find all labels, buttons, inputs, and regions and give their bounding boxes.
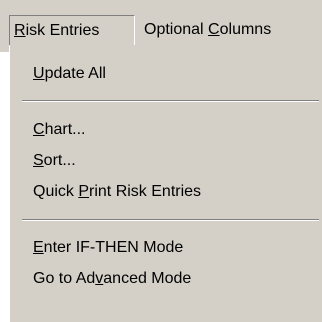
- menu-item-enter-if-then[interactable]: Enter IF-THEN Mode: [33, 234, 183, 262]
- menu-item-chart[interactable]: Chart...: [33, 116, 85, 144]
- label-post: rint Risk Entries: [89, 183, 202, 200]
- screen: Risk Entries Optional Columns Update All…: [0, 0, 322, 322]
- menu-separator: [22, 100, 319, 102]
- access-key: E: [33, 239, 44, 256]
- label-post: isk Entries: [25, 22, 100, 39]
- label-post: ort...: [43, 152, 76, 169]
- menu-item-advanced-mode[interactable]: Go to Advanced Mode: [33, 265, 191, 293]
- menu-separator: [22, 219, 319, 221]
- menu-risk-entries[interactable]: Risk Entries: [9, 15, 135, 45]
- label-pre: Optional: [144, 21, 209, 38]
- menu-optional-columns[interactable]: Optional Columns: [144, 15, 271, 45]
- label-pre: Quick: [33, 183, 79, 200]
- access-key: P: [78, 183, 90, 200]
- label-post: nter IF-THEN Mode: [43, 239, 184, 256]
- access-key: S: [33, 152, 44, 169]
- label-post: anced Mode: [103, 270, 192, 287]
- access-key: R: [14, 22, 26, 39]
- access-key: C: [208, 21, 220, 38]
- risk-entries-dropdown: Update All Chart... Sort... Quick Print …: [9, 45, 322, 322]
- label-post: hart...: [44, 121, 86, 138]
- menu-item-quick-print[interactable]: Quick Print Risk Entries: [33, 178, 201, 206]
- access-key: U: [33, 65, 45, 82]
- label-post: olumns: [219, 21, 272, 38]
- label-post: pdate All: [44, 65, 106, 82]
- label-pre: Go to Ad: [33, 270, 96, 287]
- menu-item-update-all[interactable]: Update All: [33, 60, 106, 88]
- menu-item-sort[interactable]: Sort...: [33, 147, 76, 175]
- access-key: C: [33, 121, 45, 138]
